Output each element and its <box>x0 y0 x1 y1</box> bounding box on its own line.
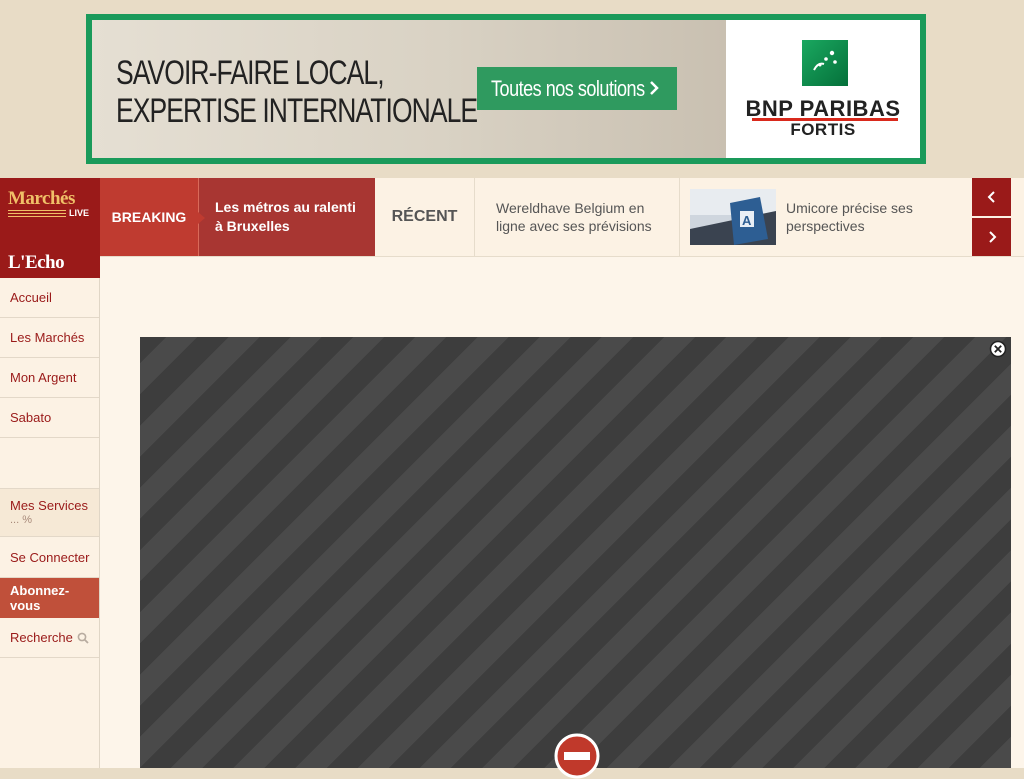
subscribe-label: Abonnez-vous <box>10 583 70 613</box>
video-player-placeholder[interactable] <box>140 337 1011 768</box>
sidebar-item-services[interactable]: Mes Services ... % <box>0 488 99 537</box>
ad-headline-line-1: SAVOIR-FAIRE LOCAL, <box>116 54 385 92</box>
brand-live: LIVE <box>8 208 90 219</box>
recent-news-text: Umicore précise ses perspectives <box>786 200 913 234</box>
recent-news-text: Wereldhave Belgium en ligne avec ses pré… <box>496 200 652 234</box>
chevron-right-icon <box>650 81 659 95</box>
search-label: Recherche <box>10 630 73 645</box>
sidebar-item-login[interactable]: Se Connecter <box>0 538 99 578</box>
breaking-arrow-icon <box>198 212 205 224</box>
news-ticker: BREAKING Les métros au ralenti à Bruxell… <box>100 178 1024 257</box>
sidebar-item-accueil[interactable]: Accueil <box>0 278 99 318</box>
ad-cta-button[interactable]: Toutes nos solutions <box>477 67 677 110</box>
close-circle-icon[interactable] <box>989 340 1007 358</box>
ad-brand-sub: FORTIS <box>790 120 856 139</box>
subscribe-button[interactable]: Abonnez-vous <box>0 578 99 618</box>
news-thumbnail-image: A <box>690 189 776 245</box>
sidebar-item-label: Sabato <box>10 410 52 425</box>
brand-marches: Marchés <box>8 188 75 209</box>
ad-headline-line-2: EXPERTISE INTERNATIONALE <box>116 92 478 130</box>
recent-label: RÉCENT <box>375 178 475 256</box>
brand-echo: L'Echo <box>8 252 65 273</box>
sidebar-item-label: Accueil <box>10 290 52 305</box>
services-label: Mes Services <box>10 498 89 513</box>
ad-left-panel: SAVOIR-FAIRE LOCAL, EXPERTISE INTERNATIO… <box>92 20 726 158</box>
brand-lines <box>8 210 66 218</box>
ad-banner[interactable]: SAVOIR-FAIRE LOCAL, EXPERTISE INTERNATIO… <box>86 14 926 164</box>
ad-headline: SAVOIR-FAIRE LOCAL, EXPERTISE INTERNATIO… <box>116 54 478 130</box>
search-icon <box>77 632 89 644</box>
login-label: Se Connecter <box>10 550 90 565</box>
no-entry-icon[interactable] <box>554 733 600 779</box>
svg-text:A: A <box>742 213 752 228</box>
ad-brand-panel: BNP PARIBAS FORTIS <box>726 20 920 158</box>
recent-news-item[interactable]: A Umicore précise ses perspectives <box>680 178 972 256</box>
chevron-left-icon <box>987 191 995 203</box>
bnp-paribas-logo-icon <box>802 40 848 86</box>
ad-cta-label: Toutes nos solutions <box>491 75 645 101</box>
sidebar-item-sabato[interactable]: Sabato <box>0 398 99 438</box>
sidebar-item-label: Les Marchés <box>10 330 85 345</box>
sidebar-item-mon-argent[interactable]: Mon Argent <box>0 358 99 398</box>
ticker-next-button[interactable] <box>972 218 1011 256</box>
breaking-label: BREAKING <box>100 178 198 256</box>
breaking-news-item[interactable]: Les métros au ralenti à Bruxelles <box>198 178 375 256</box>
brand-live-text: LIVE <box>69 208 90 218</box>
chevron-right-icon <box>988 231 996 243</box>
recent-news-item[interactable]: Wereldhave Belgium en ligne avec ses pré… <box>475 178 680 256</box>
breaking-news-text: Les métros au ralenti à Bruxelles <box>215 199 356 234</box>
sidebar-item-les-marches[interactable]: Les Marchés <box>0 318 99 358</box>
services-sub: ... % <box>10 514 33 526</box>
ticker-prev-button[interactable] <box>972 178 1011 216</box>
brand-logo[interactable]: Marchés LIVE L'Echo <box>0 178 100 278</box>
sidebar: Marchés LIVE L'Echo Accueil Les Marchés … <box>0 178 100 768</box>
sidebar-item-label: Mon Argent <box>10 370 77 385</box>
sidebar-item-search[interactable]: Recherche <box>0 618 99 658</box>
